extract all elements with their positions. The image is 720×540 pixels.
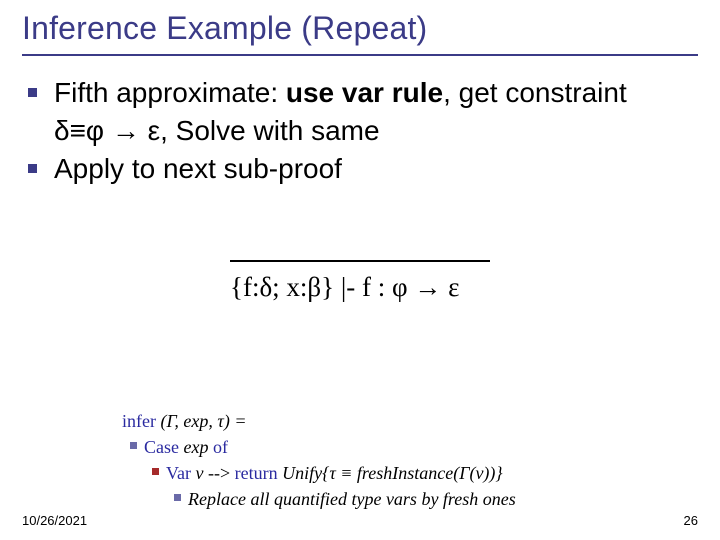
slide: Inference Example (Repeat) Fifth approxi… bbox=[0, 0, 720, 540]
legend-text: Unify{τ ≡ freshInstance(Γ(ν))} bbox=[278, 463, 503, 483]
bullet-text-pre: Apply to next sub-proof bbox=[54, 153, 342, 184]
square-bullet-icon bbox=[174, 494, 181, 501]
legend-text: (Γ, exp, τ) = bbox=[156, 411, 247, 431]
slide-title: Inference Example (Repeat) bbox=[22, 10, 427, 47]
keyword-return: return bbox=[235, 463, 278, 483]
inference-judgement: {f:δ; x:β} |- f : φ → ε bbox=[230, 272, 459, 303]
legend-line: Var ν --> return Unify{τ ≡ freshInstance… bbox=[166, 460, 516, 486]
body-text: Fifth approximate: use var rule, get con… bbox=[54, 74, 674, 187]
legend-text: Replace all quantified type vars by fres… bbox=[188, 489, 516, 509]
keyword-case: Case bbox=[144, 437, 184, 457]
square-bullet-icon bbox=[130, 442, 137, 449]
legend-text: exp bbox=[184, 437, 209, 457]
keyword-infer: infer bbox=[122, 411, 156, 431]
bullet-item: Apply to next sub-proof bbox=[54, 150, 674, 188]
bullet-text-pre: Fifth approximate: bbox=[54, 77, 286, 108]
keyword-of: of bbox=[208, 437, 228, 457]
footer-page-number: 26 bbox=[684, 513, 698, 528]
keyword-var: Var bbox=[166, 463, 196, 483]
legend-line: infer (Γ, exp, τ) = bbox=[122, 408, 516, 434]
title-divider bbox=[22, 54, 698, 56]
bullet-text-strong: use var rule bbox=[286, 77, 443, 108]
footer-date: 10/26/2021 bbox=[22, 513, 87, 528]
inference-rule-line bbox=[230, 260, 490, 262]
square-bullet-icon bbox=[152, 468, 159, 475]
square-bullet-icon bbox=[28, 164, 37, 173]
legend-var: ν bbox=[196, 463, 204, 483]
square-bullet-icon bbox=[28, 88, 37, 97]
legend-line: Case exp of bbox=[144, 434, 516, 460]
code-legend: infer (Γ, exp, τ) = Case exp of Var ν --… bbox=[122, 408, 516, 512]
legend-arrow: --> bbox=[204, 463, 235, 483]
bullet-item: Fifth approximate: use var rule, get con… bbox=[54, 74, 674, 150]
legend-line: Replace all quantified type vars by fres… bbox=[188, 486, 516, 512]
